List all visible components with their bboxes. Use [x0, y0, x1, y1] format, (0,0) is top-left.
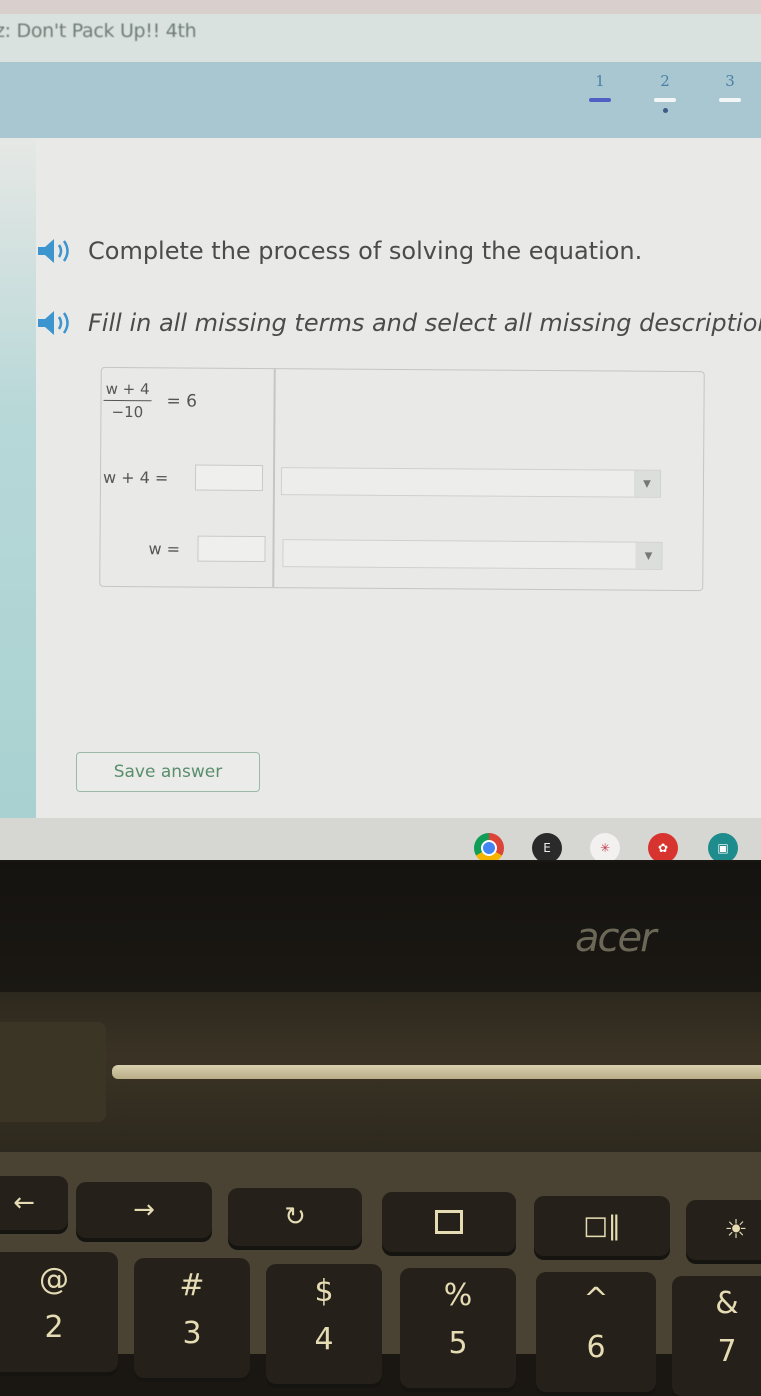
instruction-line-2: Fill in all missing terms and select all… [36, 308, 761, 338]
progress-step-3[interactable]: 3 [710, 72, 750, 102]
key-back[interactable]: ← [0, 1176, 68, 1230]
fraction-numerator: w + 4 [103, 379, 152, 402]
assignment-titlebar: iz: Don't Pack Up!! 4th [0, 14, 761, 63]
speaker-icon[interactable] [36, 236, 76, 266]
instruction-line-1: Complete the process of solving the equa… [36, 236, 642, 266]
key-overview[interactable]: □‖ [534, 1196, 670, 1256]
assignment-title: iz: Don't Pack Up!! 4th [0, 20, 197, 42]
dropdown-arrow-icon[interactable]: ▼ [633, 470, 661, 497]
key-2[interactable]: @ 2 [0, 1252, 118, 1372]
brand-logo: acer [575, 915, 657, 961]
progress-step-2[interactable]: 2 [645, 72, 685, 113]
key-4[interactable]: $ 4 [266, 1264, 382, 1384]
hinge-block [0, 1022, 106, 1122]
key-forward[interactable]: → [76, 1182, 212, 1238]
dropdown-arrow-icon[interactable]: ▼ [635, 542, 662, 569]
paint-palette-icon[interactable]: ✿ [648, 833, 678, 860]
step-2-lhs: w = [148, 539, 181, 559]
fraction: w + 4 −10 [103, 379, 152, 422]
key-brightness[interactable]: ☀ [686, 1200, 761, 1260]
fraction-denominator: −10 [111, 402, 144, 422]
given-equation: w + 4 −10 = 6 [103, 379, 198, 422]
hinge-highlight [112, 1065, 761, 1079]
key-fullscreen[interactable] [382, 1192, 516, 1252]
instruction-text-1: Complete the process of solving the equa… [88, 237, 643, 265]
equation-panel: w + 4 −10 = 6 w + 4 = ▼ w = ▼ [99, 366, 705, 592]
app-e-icon[interactable]: E [532, 833, 562, 860]
step-indicator [589, 98, 611, 102]
speaker-icon[interactable] [36, 308, 76, 338]
classroom-icon[interactable]: ▣ [708, 833, 738, 860]
step-1-lhs: w + 4 = [102, 467, 169, 488]
step-2-answer-input[interactable] [197, 535, 266, 563]
step-2-description-select[interactable]: ▼ [282, 539, 663, 570]
progress-band: 1 2 3 [0, 62, 761, 138]
key-5[interactable]: % 5 [400, 1268, 516, 1388]
current-step-dot [662, 108, 668, 113]
column-divider [272, 369, 276, 588]
equation-rhs: = 6 [166, 390, 198, 412]
canvas-icon[interactable]: ✳ [590, 833, 620, 860]
key-refresh[interactable]: ↻ [228, 1188, 362, 1246]
key-6[interactable]: ^ 6 [536, 1272, 656, 1392]
progress-step-1[interactable]: 1 [580, 72, 620, 102]
step-indicator [654, 98, 676, 102]
screen: iz: Don't Pack Up!! 4th 1 2 3 Complete t… [0, 0, 761, 860]
step-1-description-select[interactable]: ▼ [280, 467, 662, 498]
os-shelf [0, 818, 761, 860]
step-1-answer-input[interactable] [194, 464, 264, 492]
save-answer-button[interactable]: Save answer [76, 752, 260, 792]
key-7[interactable]: & 7 [672, 1276, 761, 1396]
left-decoration [0, 138, 36, 818]
chrome-icon[interactable] [474, 833, 504, 860]
key-3[interactable]: # 3 [134, 1258, 250, 1378]
instruction-text-2: Fill in all missing terms and select all… [88, 309, 761, 337]
step-indicator [719, 98, 741, 102]
